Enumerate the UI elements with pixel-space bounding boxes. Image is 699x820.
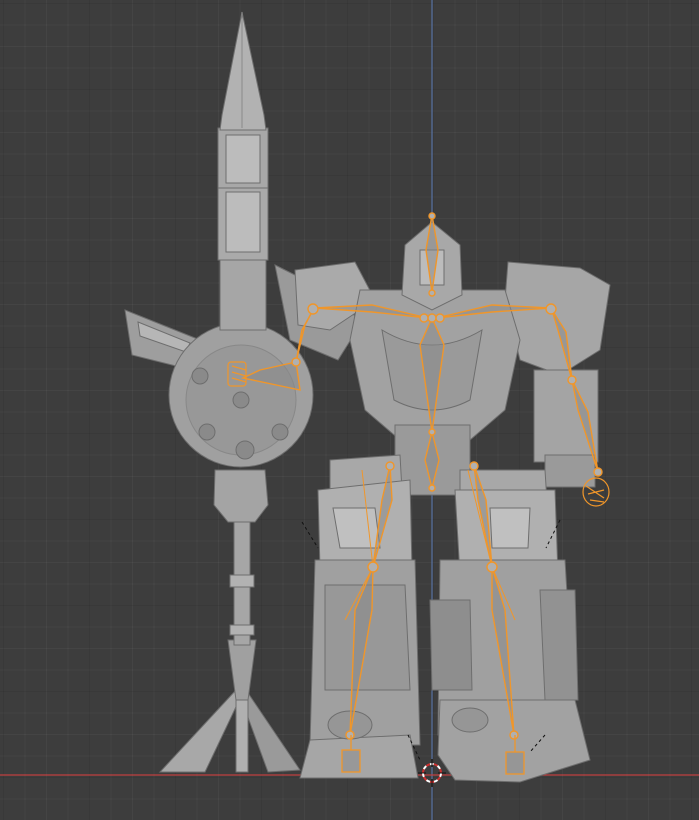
hand-bones-right[interactable] xyxy=(582,477,610,507)
viewport-scene[interactable] xyxy=(0,0,699,820)
3d-viewport[interactable] xyxy=(0,0,699,820)
